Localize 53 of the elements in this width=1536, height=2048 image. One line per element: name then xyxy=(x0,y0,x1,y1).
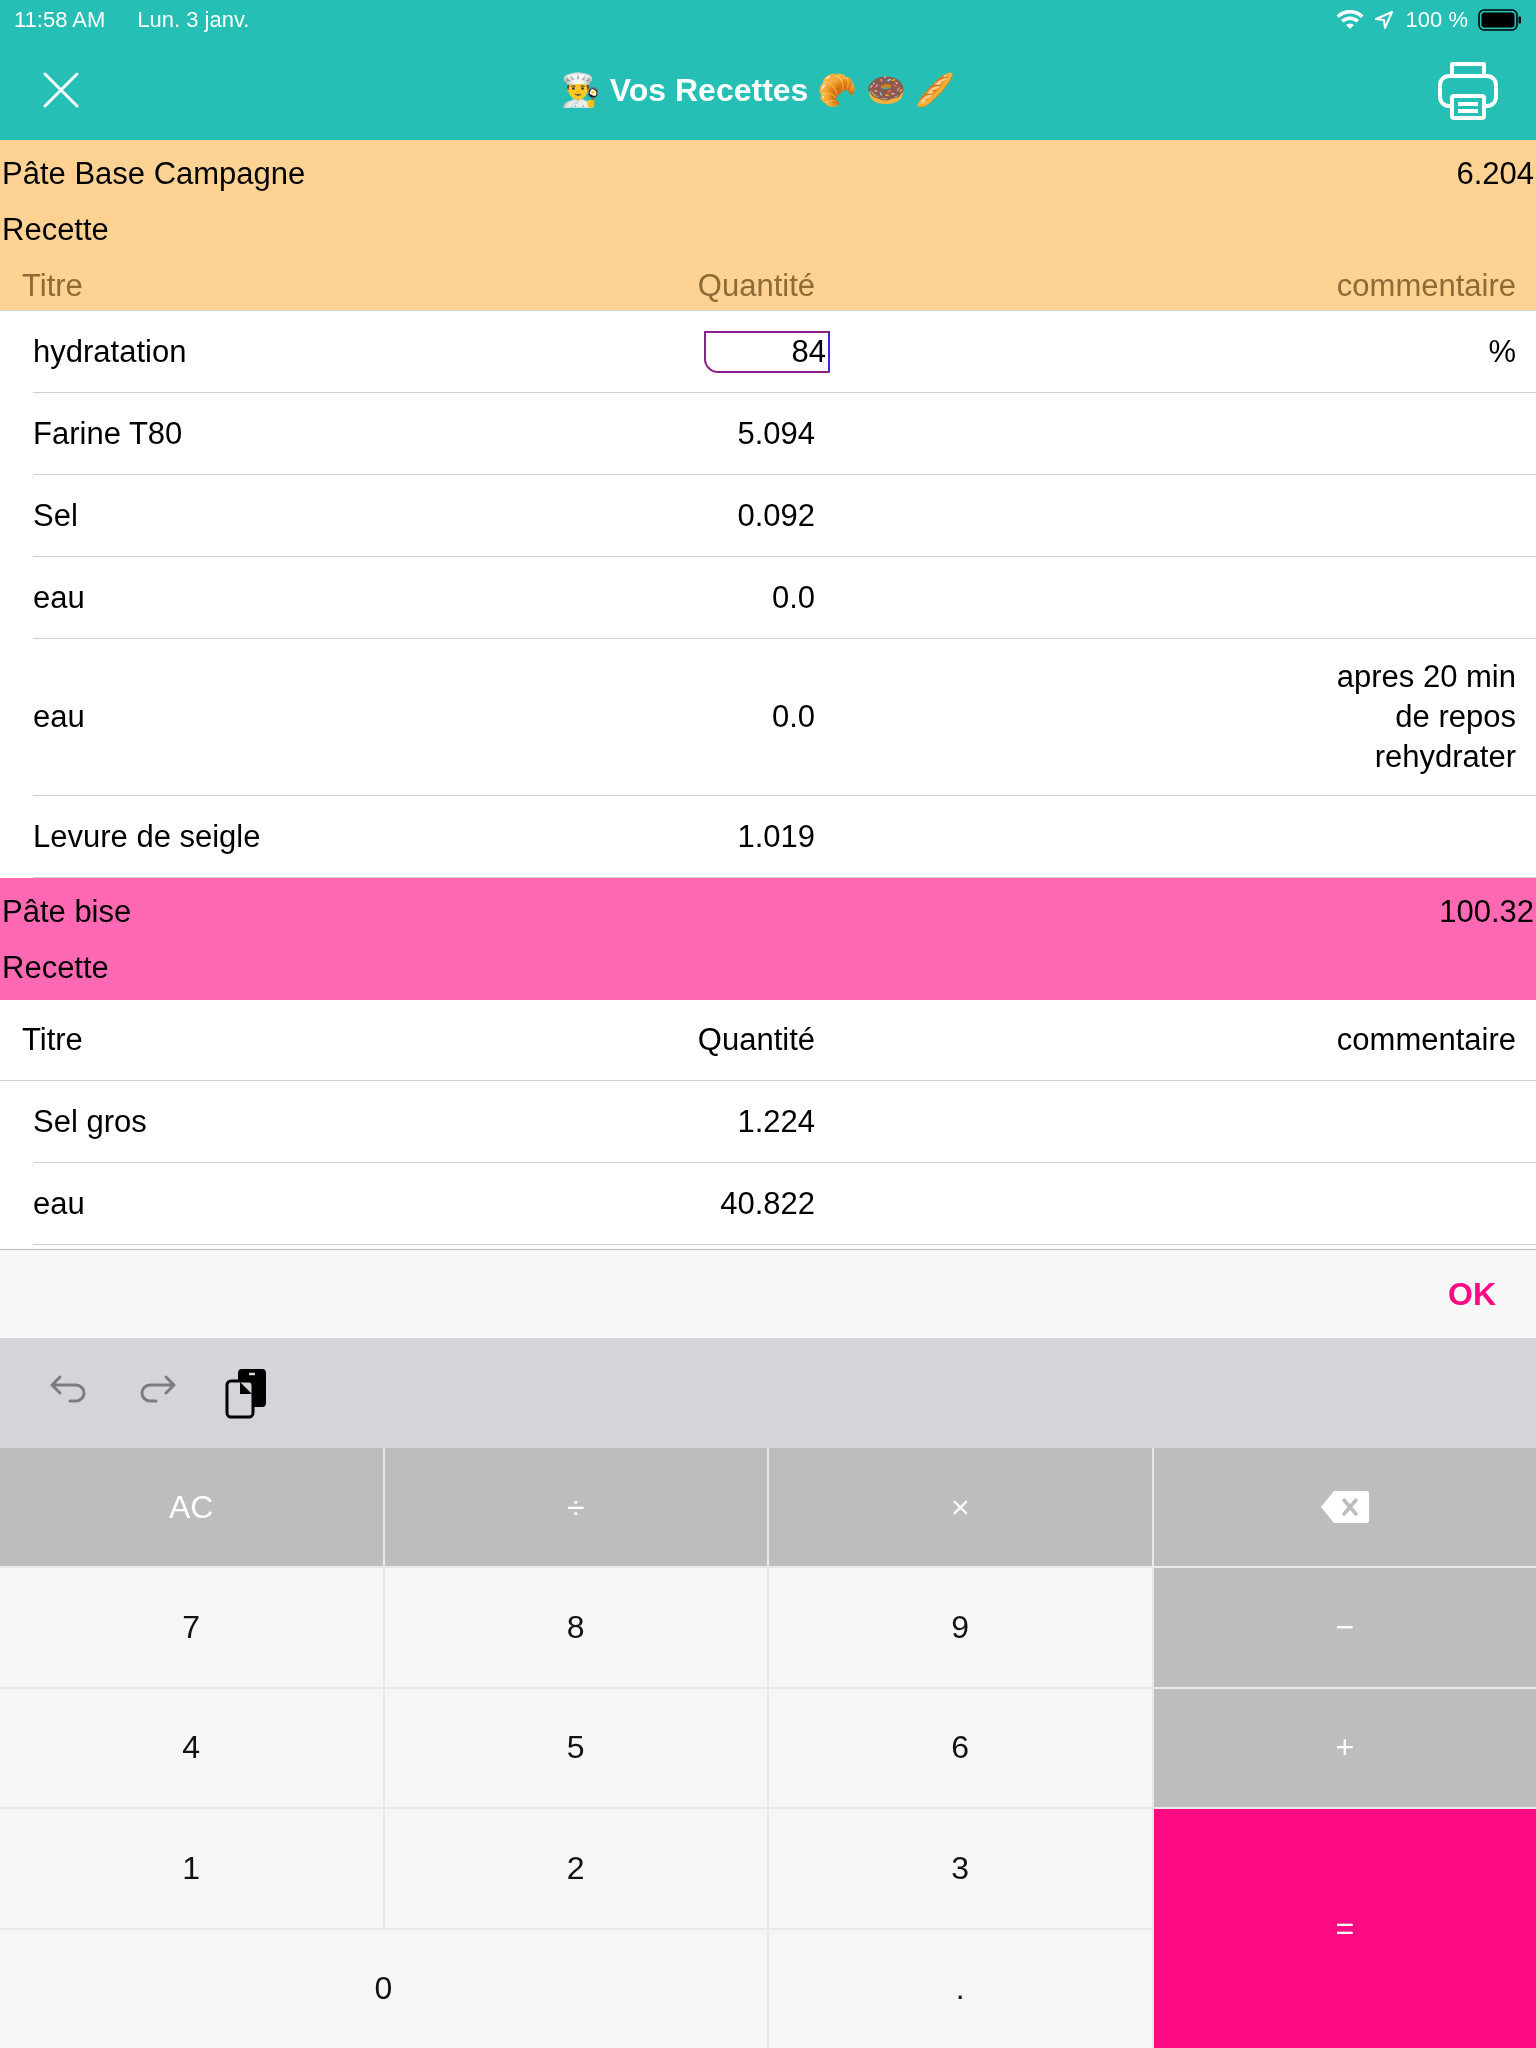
battery-icon xyxy=(1478,9,1522,31)
status-time: 11:58 AM xyxy=(14,7,106,33)
keypad-key[interactable]: 2 xyxy=(384,1809,767,1928)
ingredient-name: Sel gros xyxy=(33,1103,148,1140)
keypad-key[interactable]: 5 xyxy=(384,1688,767,1808)
ingredient-name: eau xyxy=(33,699,86,735)
keypad-key[interactable]: = xyxy=(1153,1809,1536,2048)
backspace-icon xyxy=(1319,1489,1370,1526)
quantity-value: 1.224 xyxy=(737,1103,815,1140)
keypad-key[interactable]: . xyxy=(769,1929,1152,2048)
column-header: Quantité xyxy=(696,268,815,304)
close-icon[interactable] xyxy=(42,71,80,109)
keypad-key[interactable]: 1 xyxy=(0,1809,383,1928)
quantity-value: 1.019 xyxy=(737,818,815,855)
column-header: Titre xyxy=(21,268,84,304)
keypad-key[interactable]: 7 xyxy=(0,1568,383,1687)
wifi-icon xyxy=(1335,10,1364,30)
section-name: Pâte Base Campagne xyxy=(2,156,306,192)
ingredient-name: eau xyxy=(33,1185,86,1222)
column-header: commentaire xyxy=(1335,1022,1517,1058)
section-subtitle: Recette xyxy=(2,212,109,248)
ingredient-name: Sel xyxy=(33,497,79,534)
location-icon xyxy=(1373,10,1394,30)
quantity-value: 0.092 xyxy=(737,497,815,534)
quantity-value: 40.822 xyxy=(720,1185,815,1222)
comment-text: apres 20 min de repos rehydrater xyxy=(1335,658,1516,776)
column-header: Titre xyxy=(21,1022,84,1058)
section-subtitle: Recette xyxy=(2,950,109,986)
keypad-key[interactable]: 6 xyxy=(769,1688,1152,1808)
keypad-key[interactable]: 9 xyxy=(769,1568,1152,1687)
status-date: Lun. 3 janv. xyxy=(137,7,250,33)
keypad-key[interactable]: 8 xyxy=(384,1568,767,1687)
keypad-key[interactable]: 0 xyxy=(0,1929,767,2048)
column-header: Quantité xyxy=(696,1022,815,1058)
quantity-field[interactable]: 84 xyxy=(704,330,830,373)
section-name: Pâte bise xyxy=(2,894,132,930)
section-total: 6.204 xyxy=(1456,156,1534,192)
ingredient-name: Farine T80 xyxy=(33,415,184,452)
paste-icon[interactable] xyxy=(224,1367,268,1419)
keypad-key[interactable]: 4 xyxy=(0,1688,383,1808)
keypad-key[interactable] xyxy=(1153,1448,1536,1567)
nav-title: 👨‍🍳 Vos Recettes 🥐 🍩 🥖 xyxy=(560,71,956,109)
ingredient-name: eau xyxy=(33,579,86,616)
ingredient-name: Levure de seigle xyxy=(33,818,262,855)
quantity-value: 5.094 xyxy=(737,415,815,452)
section-total: 100.32 xyxy=(1439,894,1534,930)
ingredient-name: hydratation xyxy=(33,333,188,370)
battery-level: 100 % xyxy=(1405,7,1468,33)
quantity-value: 0.0 xyxy=(771,699,815,735)
comment-text: % xyxy=(1488,332,1516,371)
column-header: commentaire xyxy=(1335,268,1517,304)
keypad-key[interactable]: 3 xyxy=(769,1809,1152,1928)
quantity-value: 0.0 xyxy=(771,579,815,616)
